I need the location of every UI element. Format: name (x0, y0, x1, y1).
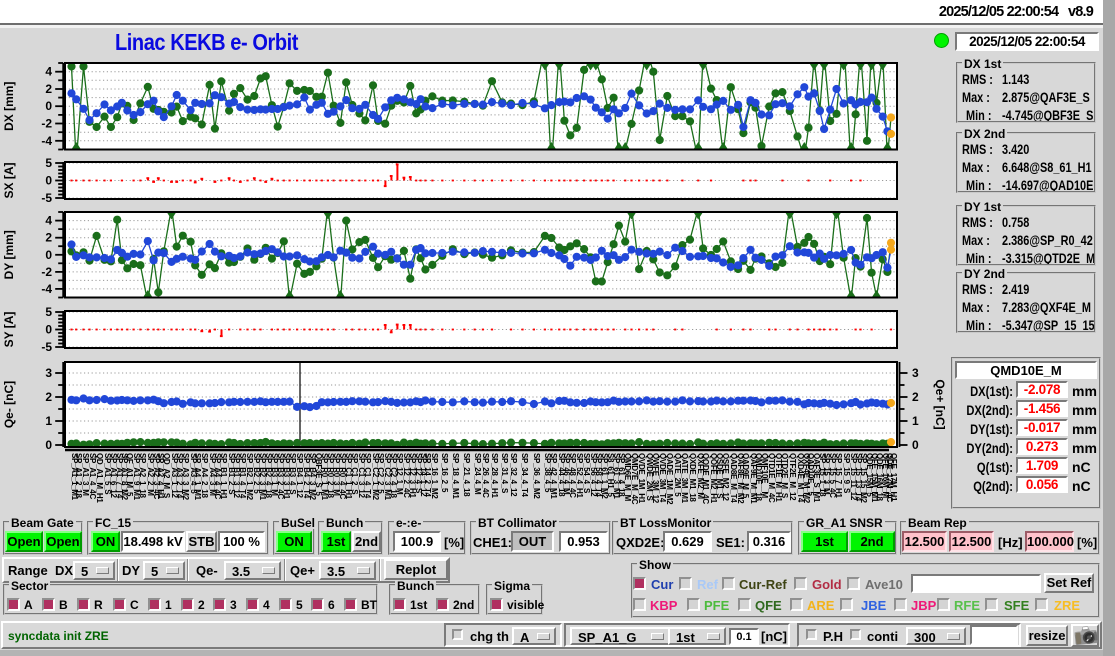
svg-text:-2: -2 (41, 117, 52, 131)
svg-text:SP_26_4_4C: SP_26_4_4C (481, 453, 490, 498)
svg-text:3: 3 (912, 366, 919, 380)
svg-text:SP_18_4_M1: SP_18_4_M1 (451, 453, 460, 499)
svg-text:QD_A1_M_H1: QD_A1_M_H1 (95, 453, 104, 503)
svg-text:2: 2 (45, 390, 52, 404)
svg-text:0: 0 (45, 99, 52, 113)
svg-text:QADE_1M_M2: QADE_1M_M2 (665, 453, 674, 505)
svg-text:2: 2 (45, 82, 52, 96)
svg-text:SP_24_4_M: SP_24_4_M (473, 453, 482, 495)
svg-text:2: 2 (912, 390, 919, 404)
svg-text:QODE_M1_4C: QODE_M1_4C (701, 453, 710, 504)
svg-text:2: 2 (45, 231, 52, 245)
svg-text:0: 0 (45, 438, 52, 452)
svg-text:-4: -4 (41, 282, 52, 296)
svg-text:SY [A]: SY [A] (2, 312, 16, 348)
svg-text:SP_34_4_T4: SP_34_4_T4 (520, 453, 529, 498)
svg-text:QSFE_M2_12: QSFE_M2_12 (721, 453, 730, 502)
svg-text:0: 0 (912, 438, 919, 452)
svg-text:-2: -2 (41, 265, 52, 279)
svg-text:Qe+ [nC]: Qe+ [nC] (933, 379, 947, 429)
svg-text:0: 0 (45, 248, 52, 262)
svg-text:SP_B1_1_H1: SP_B1_1_H1 (219, 453, 228, 500)
svg-text:SP_32_4_12: SP_32_4_12 (509, 453, 518, 497)
svg-text:1: 1 (45, 414, 52, 428)
svg-text:SP_21_4_18: SP_21_4_18 (462, 453, 471, 497)
svg-text:4: 4 (45, 65, 52, 79)
svg-text:-5: -5 (41, 191, 52, 205)
svg-text:QFE_17M_H1: QFE_17M_H1 (889, 453, 898, 502)
svg-text:SP_28_4_H1: SP_28_4_H1 (490, 453, 499, 498)
svg-text:-4: -4 (41, 134, 52, 148)
svg-text:1: 1 (912, 414, 919, 428)
svg-text:SP_31_4_S: SP_31_4_S (500, 453, 509, 494)
svg-text:0: 0 (45, 174, 52, 188)
svg-text:SP_A3_3_M2: SP_A3_3_M2 (181, 453, 190, 501)
svg-text:SP_16_2_5: SP_16_2_5 (440, 453, 449, 493)
svg-text:4: 4 (45, 214, 52, 228)
svg-text:DX [mm]: DX [mm] (2, 82, 16, 131)
svg-text:5: 5 (45, 156, 52, 170)
svg-text:SP_42_4_M1: SP_42_4_M1 (549, 453, 558, 499)
svg-text:SP_A2_1_18: SP_A2_1_18 (138, 453, 147, 498)
svg-text:QXDE_M1_18: QXDE_M1_18 (688, 453, 697, 502)
svg-text:SX [A]: SX [A] (2, 162, 16, 198)
svg-text:-5: -5 (41, 340, 52, 354)
svg-text:QVDE_1M_H1: QVDE_1M_H1 (637, 453, 646, 504)
svg-text:SP_A4_2_18: SP_A4_2_18 (200, 453, 209, 498)
svg-text:QATE_3M_M1: QATE_3M_M1 (680, 453, 689, 504)
svg-text:QD_A2_M_S: QD_A2_M_S (162, 453, 171, 499)
svg-text:SP_36_4_M2: SP_36_4_M2 (532, 453, 541, 499)
svg-text:0: 0 (45, 323, 52, 337)
svg-text:SP_C1_4_T4: SP_C1_4_T4 (363, 453, 372, 499)
svg-text:QAD9E_M_5: QAD9E_M_5 (741, 453, 750, 499)
svg-text:5: 5 (45, 305, 52, 319)
svg-text:QTF2E_M_12: QTF2E_M_12 (788, 453, 797, 501)
svg-text:QTD2E_M_S: QTD2E_M_S (780, 453, 789, 499)
svg-text:3: 3 (45, 366, 52, 380)
svg-text:SP_15_7_H1: SP_15_7_H1 (834, 453, 843, 498)
svg-text:Qe- [nC]: Qe- [nC] (2, 381, 16, 428)
svg-text:SP_16_1_M2: SP_16_1_M2 (430, 453, 439, 499)
svg-text:DY [mm]: DY [mm] (2, 230, 16, 279)
